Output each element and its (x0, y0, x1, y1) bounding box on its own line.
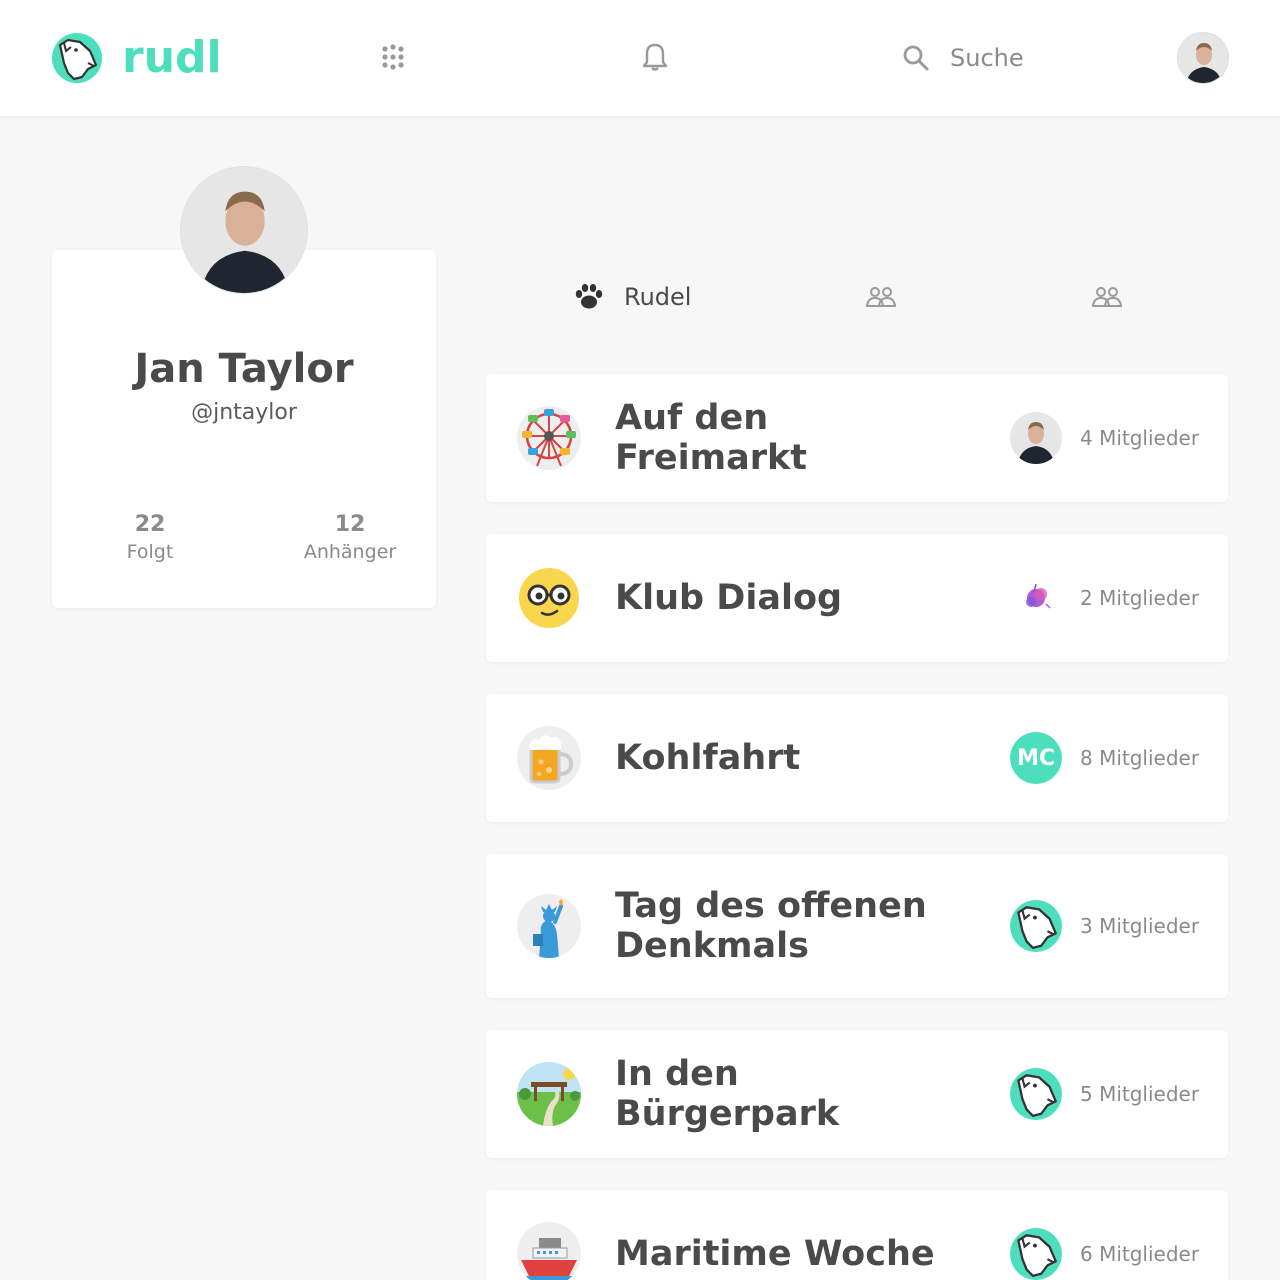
beer-mug-icon (517, 726, 581, 790)
search-icon (903, 45, 929, 71)
search-input[interactable]: Suche (902, 38, 1024, 78)
users-icon (865, 287, 897, 307)
statue-of-liberty-icon (517, 894, 581, 958)
group-title: In den Bürgerpark (615, 1054, 840, 1134)
group-title: Maritime Woche (615, 1234, 935, 1274)
ship-icon (517, 1222, 581, 1280)
tab-people-1[interactable] (865, 276, 897, 318)
users-icon (1091, 287, 1123, 307)
group-title: Tag des offenen Denkmals (615, 886, 927, 966)
profile-avatar (180, 166, 308, 294)
stat-followers[interactable]: 12 Anhänger (288, 512, 412, 563)
bell-icon[interactable] (640, 40, 670, 74)
paw-icon (575, 284, 603, 309)
group-card[interactable]: Tag des offenen Denkmals 3 Mitglieder (486, 854, 1228, 998)
grid-dots-icon[interactable] (378, 40, 408, 74)
member-avatar: MC (1010, 732, 1062, 784)
stat-following-count: 22 (134, 512, 166, 537)
stat-followers-count: 12 (334, 512, 366, 537)
member-count: 6 Mitglieder (1080, 1242, 1200, 1266)
tab-people-2[interactable] (1091, 276, 1123, 318)
nerd-face-icon (517, 566, 581, 630)
group-card[interactable]: Auf den Freimarkt 4 Mitglieder (486, 374, 1228, 502)
park-icon (517, 1062, 581, 1126)
group-title: Auf den Freimarkt (615, 398, 808, 478)
member-avatar (1010, 412, 1062, 464)
search-placeholder: Suche (950, 44, 1024, 72)
top-bar: rudl Suche (0, 0, 1280, 116)
group-card[interactable]: Klub Dialog 2 Mitglieder (486, 534, 1228, 662)
app-name: rudl (122, 32, 222, 83)
member-count: 4 Mitglieder (1080, 426, 1200, 450)
profile-card: Jan Taylor @jntaylor 22 Folgt 12 Anhänge… (52, 250, 436, 608)
member-avatar (1010, 572, 1062, 624)
member-count: 3 Mitglieder (1080, 914, 1200, 938)
member-count: 8 Mitglieder (1080, 746, 1200, 770)
tab-rudel[interactable]: Rudel (574, 276, 691, 318)
profile-handle: @jntaylor (191, 400, 297, 425)
group-card[interactable]: Maritime Woche 6 Mitglieder (486, 1190, 1228, 1280)
logo[interactable]: rudl (52, 33, 222, 83)
stat-following-label: Folgt (126, 541, 174, 563)
stat-followers-label: Anhänger (303, 541, 397, 563)
group-title: Kohlfahrt (615, 738, 801, 778)
member-count: 2 Mitglieder (1080, 586, 1200, 610)
user-avatar[interactable] (1177, 32, 1229, 84)
group-title: Klub Dialog (615, 578, 843, 618)
group-card[interactable]: Kohlfahrt MC 8 Mitglieder (486, 694, 1228, 822)
ferris-wheel-icon (517, 406, 581, 470)
group-card[interactable]: In den Bürgerpark 5 Mitglieder (486, 1030, 1228, 1158)
member-count: 5 Mitglieder (1080, 1082, 1200, 1106)
logo-wolf-icon (52, 33, 102, 83)
wolf-avatar (1010, 1068, 1062, 1120)
member-initials: MC (1010, 732, 1062, 784)
wolf-avatar (1010, 1228, 1062, 1280)
stat-following[interactable]: 22 Folgt (88, 512, 212, 563)
tab-rudel-label: Rudel (624, 283, 692, 311)
profile-name: Jan Taylor (134, 346, 354, 392)
wolf-avatar (1010, 900, 1062, 952)
